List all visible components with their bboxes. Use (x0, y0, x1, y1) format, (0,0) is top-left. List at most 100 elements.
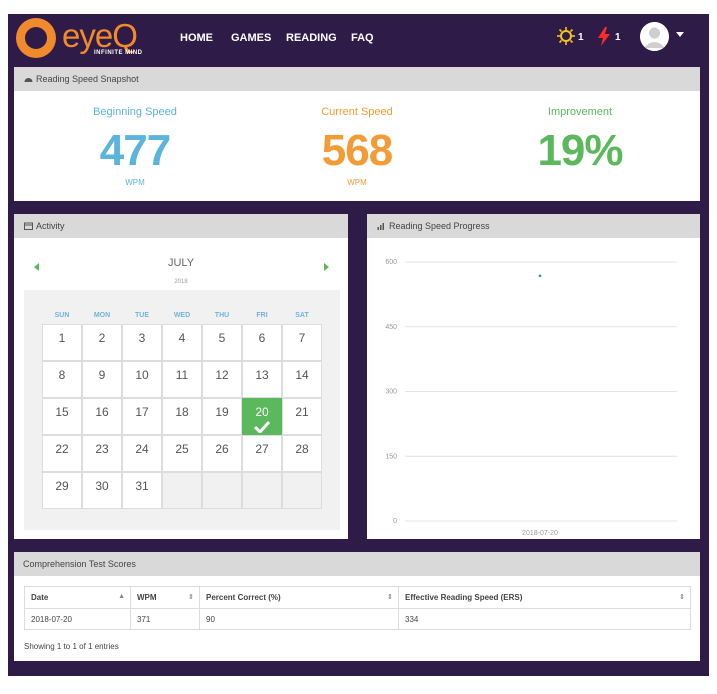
sort-icon: ⇕ (188, 594, 194, 601)
calendar-day[interactable]: 19 (202, 398, 242, 435)
calendar-day-number: 21 (295, 405, 309, 419)
weekday-label: SUN (54, 312, 70, 319)
calendar-day[interactable]: 29 (42, 472, 82, 509)
calendar-day[interactable]: 15 (42, 398, 82, 435)
nav-games[interactable]: GAMES (231, 32, 271, 44)
panel-title: Reading Speed Progress (389, 221, 490, 231)
calendar-day-number: 2 (98, 331, 106, 345)
weekday-label: MON (93, 312, 111, 319)
calendar-day[interactable]: 17 (122, 398, 162, 435)
reading-speed-snapshot-panel: Reading Speed Snapshot Beginning Speed 4… (14, 67, 700, 201)
column-wpm[interactable]: WPM ⇕ (130, 586, 200, 609)
nav-reading[interactable]: READING (286, 32, 337, 44)
calendar-day[interactable]: 8 (42, 361, 82, 398)
eye-logo-icon (16, 18, 56, 58)
calendar-day[interactable]: 2 (82, 324, 122, 361)
panel-header: Comprehension Test Scores (14, 552, 700, 576)
calendar-day[interactable]: 25 (162, 435, 202, 472)
calendar-day[interactable]: 22 (42, 435, 82, 472)
calendar-day[interactable]: 20 (242, 398, 282, 435)
calendar-day-number: 5 (218, 331, 226, 345)
calendar-day[interactable]: 1 (42, 324, 82, 361)
next-month-arrow-icon[interactable] (324, 263, 329, 271)
weekday-label: FRI (256, 312, 268, 319)
calendar-day[interactable]: 30 (82, 472, 122, 509)
calendar-day-number: 25 (175, 442, 189, 456)
user-menu-caret-icon[interactable] (676, 32, 684, 37)
calendar-day[interactable]: 26 (202, 435, 242, 472)
calendar-day-number: 8 (58, 368, 66, 382)
calendar-month: JULY (167, 257, 195, 269)
calendar-day[interactable]: 7 (282, 324, 322, 361)
top-navbar: eyeQ INFINITE MIND HOME GAMES READING FA… (8, 14, 709, 64)
calendar-day[interactable]: 5 (202, 324, 242, 361)
calendar-grid: SUN MON TUE WED THU FRI SAT 1 2 3 4 5 6 7 8 9 10 11 12 13 14… (24, 290, 340, 530)
calendar-day-number: 15 (55, 405, 69, 419)
calendar-day-number: 24 (135, 442, 149, 456)
calendar-day[interactable]: 27 (242, 435, 282, 472)
calendar-empty-cell (282, 472, 322, 509)
checkmark-icon (254, 421, 270, 433)
nav-home[interactable]: HOME (180, 32, 213, 44)
calendar-day[interactable]: 18 (162, 398, 202, 435)
reading-speed-progress-panel: Reading Speed Progress 600 450 300 150 0 2018… (367, 214, 700, 539)
calendar-day[interactable]: 4 (162, 324, 202, 361)
calendar-day-number: 31 (135, 479, 149, 493)
panel-header: Activity (14, 214, 348, 238)
panel-title: Reading Speed Snapshot (36, 74, 139, 84)
calendar-day-number: 10 (135, 368, 149, 382)
bolt-icon[interactable] (598, 27, 610, 46)
column-date[interactable]: Date ▲ (24, 586, 131, 609)
calendar-day[interactable]: 9 (82, 361, 122, 398)
cell-percent-correct: 90 (199, 608, 399, 630)
calendar-day[interactable]: 24 (122, 435, 162, 472)
current-speed-stat: Current Speed 568 WPM (257, 106, 457, 187)
column-ers[interactable]: Effective Reading Speed (ERS) ⇕ (398, 586, 691, 609)
panel-header: Reading Speed Progress (367, 214, 700, 238)
sun-count: 1 (578, 32, 584, 43)
calendar-day[interactable]: 13 (242, 361, 282, 398)
table-info: Showing 1 to 1 of 1 entries (24, 642, 119, 651)
calendar-day[interactable]: 3 (122, 324, 162, 361)
calendar-day[interactable]: 10 (122, 361, 162, 398)
calendar-day[interactable]: 28 (282, 435, 322, 472)
calendar-day-number: 13 (255, 368, 269, 382)
calendar-day-number: 7 (298, 331, 306, 345)
sort-asc-icon: ▲ (118, 593, 125, 600)
calendar-empty-cell (162, 472, 202, 509)
y-tick-label: 0 (393, 518, 397, 525)
calendar-day-number: 19 (215, 405, 229, 419)
bolt-count: 1 (615, 32, 621, 43)
brand-logo[interactable]: eyeQ INFINITE MIND (14, 17, 184, 61)
calendar-year: 2018 (174, 279, 188, 285)
column-percent-correct[interactable]: Percent Correct (%) ⇕ (199, 586, 399, 609)
comprehension-test-scores-panel: Comprehension Test Scores Date ▲ WPM ⇕ Per… (14, 552, 700, 661)
calendar-day[interactable]: 12 (202, 361, 242, 398)
calendar-day[interactable]: 23 (82, 435, 122, 472)
user-silhouette-icon (640, 22, 669, 51)
calendar-day[interactable]: 6 (242, 324, 282, 361)
user-avatar[interactable] (640, 22, 669, 51)
panel-title: Comprehension Test Scores (23, 559, 136, 569)
data-point[interactable] (538, 274, 542, 278)
calendar-day-number: 30 (95, 479, 109, 493)
calendar-day[interactable]: 31 (122, 472, 162, 509)
sort-icon: ⇕ (679, 594, 685, 601)
reading-speed-chart: 600 450 300 150 0 2018-07-20 (385, 259, 677, 537)
beginning-speed-stat: Beginning Speed 477 WPM (35, 106, 235, 187)
y-tick-label: 600 (385, 259, 397, 266)
sun-icon[interactable] (557, 27, 575, 45)
calendar-day[interactable]: 14 (282, 361, 322, 398)
calendar-day[interactable]: 16 (82, 398, 122, 435)
calendar-day-number: 11 (175, 368, 189, 382)
bar-chart-icon (377, 223, 384, 230)
beginning-speed-label: Beginning Speed (93, 106, 177, 118)
current-speed-value: 568 (321, 126, 393, 175)
nav-faq[interactable]: FAQ (351, 32, 374, 44)
calendar-empty-cell (242, 472, 282, 509)
calendar-day[interactable]: 21 (282, 398, 322, 435)
calendar-day[interactable]: 11 (162, 361, 202, 398)
current-speed-unit: WPM (347, 178, 367, 187)
cell-ers: 334 (398, 608, 691, 630)
calendar-day-number: 3 (138, 331, 146, 345)
